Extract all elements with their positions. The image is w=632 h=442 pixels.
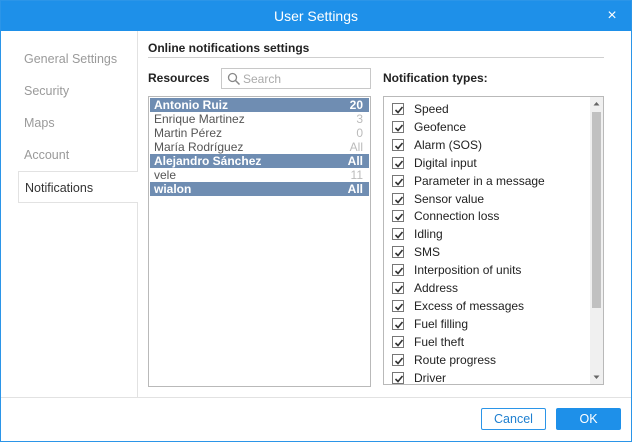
user-settings-dialog: User Settings × General Settings Securit… [0,0,632,442]
resource-count: All [349,140,363,154]
notification-type-label: SMS [414,245,441,260]
checkbox[interactable] [392,228,404,241]
ok-button[interactable]: OK [556,408,621,430]
resources-list: Antonio Ruiz 20 Enrique Martinez 3 Marti… [148,96,371,387]
checkbox[interactable] [392,371,404,384]
resource-name: Enrique Martinez [154,112,245,126]
resource-name: vele [154,168,177,182]
notification-type-label: Sensor value [414,191,485,206]
notification-type-item[interactable]: Interposition of units [392,261,588,279]
checkbox[interactable] [392,192,404,205]
notification-type-label: Parameter in a message [414,173,545,188]
sidebar-item-notifications[interactable]: Notifications [18,171,138,203]
notification-type-label: Speed [414,102,449,116]
notification-type-item[interactable]: Address [392,279,588,297]
sidebar-item-maps[interactable]: Maps [1,107,137,139]
checkbox[interactable] [392,246,404,259]
section-title: Online notifications settings [148,41,310,55]
scroll-down-icon[interactable] [590,370,603,384]
notification-type-item[interactable]: Driver [392,369,588,385]
resource-count: All [347,154,363,168]
resource-row-wialon[interactable]: wialon All [150,182,369,196]
checkbox[interactable] [392,335,404,348]
notification-type-label: Route progress [414,352,497,367]
notification-type-item[interactable]: Speed [392,100,588,118]
checkbox[interactable] [392,138,404,151]
resource-name: María Rodríguez [154,140,244,154]
scrollbar[interactable] [590,97,603,384]
notification-type-item[interactable]: Digital input [392,154,588,172]
checkbox[interactable] [392,120,404,133]
notification-type-label: Address [414,281,459,295]
footer-divider [1,397,631,398]
resource-name: Antonio Ruiz [154,98,228,112]
checkbox[interactable] [392,317,404,330]
notifications-panel: Online notifications settings Resources … [138,31,631,397]
resources-label: Resources [148,71,210,85]
settings-sidebar: General Settings Security Maps Account N… [1,31,138,397]
resource-row-maria-rodriguez[interactable]: María Rodríguez All [150,140,369,154]
notification-type-item[interactable]: Alarm (SOS) [392,136,588,154]
notification-type-item[interactable]: Idling [392,225,588,243]
sidebar-item-security[interactable]: Security [1,75,137,107]
notification-types-list: Speed Geofence Alarm (SOS) Digital input Par… [383,96,604,385]
notification-type-item[interactable]: Excess of messages [392,297,588,315]
resource-row-antonio-ruiz[interactable]: Antonio Ruiz 20 [150,98,369,112]
resource-count: 11 [350,168,363,182]
title-bar: User Settings × [1,1,631,31]
sidebar-item-account[interactable]: Account [1,139,137,171]
checkbox[interactable] [392,353,404,366]
notification-type-label: Digital input [414,155,477,170]
notification-type-label: Alarm (SOS) [414,137,483,152]
checkbox[interactable] [392,264,404,277]
resource-count: 3 [356,112,363,126]
close-icon[interactable]: × [606,8,618,24]
dialog-title: User Settings [273,8,359,24]
resource-name: Alejandro Sánchez [154,154,262,168]
resource-row-vele[interactable]: vele 11 [150,168,369,182]
checkbox[interactable] [392,174,404,187]
notification-type-item[interactable]: Connection loss [392,207,588,225]
checkbox[interactable] [392,282,404,294]
resource-count: 20 [349,98,363,112]
notification-type-label: Connection loss [414,209,500,224]
notification-type-item[interactable]: Fuel filling [392,315,588,333]
notification-type-item[interactable]: Route progress [392,351,588,369]
scroll-up-icon[interactable] [590,97,603,111]
checkbox[interactable] [392,156,404,169]
search-icon [227,72,241,86]
notification-type-item[interactable]: Fuel theft [392,333,588,351]
resource-row-enrique-martinez[interactable]: Enrique Martinez 3 [150,112,369,126]
resource-row-martin-perez[interactable]: Martin Pérez 0 [150,126,369,140]
notification-type-label: Driver [414,370,446,385]
notification-type-item[interactable]: Parameter in a message [392,172,588,190]
section-divider [148,57,604,58]
notification-type-label: Fuel theft [414,334,465,349]
search-box [221,68,371,89]
checkbox[interactable] [392,103,404,115]
resource-name: wialon [154,182,192,196]
cancel-button[interactable]: Cancel [481,408,546,430]
resource-count: All [347,182,363,196]
sidebar-item-general-settings[interactable]: General Settings [1,43,137,75]
notification-types-label: Notification types: [383,71,488,85]
notification-type-label: Fuel filling [414,316,469,331]
notification-type-label: Excess of messages [414,298,525,313]
checkbox[interactable] [392,299,404,312]
search-input[interactable] [243,71,367,86]
notification-type-item[interactable]: SMS [392,243,588,261]
notification-type-item[interactable]: Geofence [392,118,588,136]
notification-type-label: Geofence [414,119,467,134]
scrollbar-thumb[interactable] [592,112,601,308]
notification-type-label: Interposition of units [414,263,522,278]
resource-count: 0 [356,126,363,140]
resource-name: Martin Pérez [154,126,223,140]
checkbox[interactable] [392,210,404,223]
notification-type-label: Idling [414,227,443,242]
notification-type-item[interactable]: Sensor value [392,190,588,208]
resource-row-alejandro-sanchez[interactable]: Alejandro Sánchez All [150,154,369,168]
